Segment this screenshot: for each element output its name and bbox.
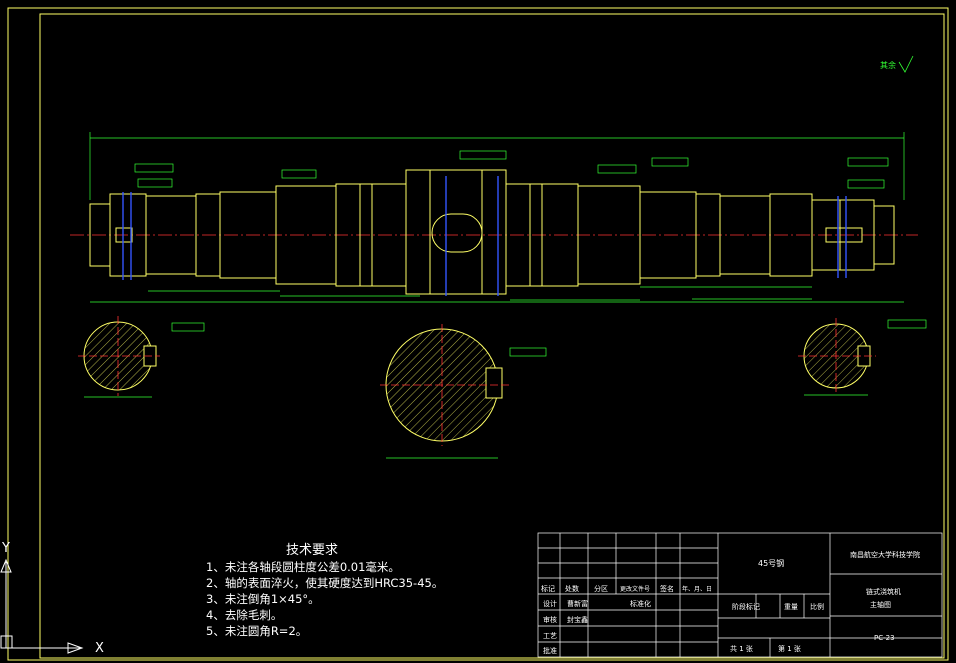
roughness-note: 其余 [880, 60, 896, 70]
tb-row-approve: 批准 [543, 646, 557, 655]
tech-title: 技术要求 [286, 543, 338, 558]
tb-material: 45号钢 [758, 558, 784, 568]
section-view-center [380, 324, 510, 459]
tb-part-name-1: 链式浇筑机 [866, 587, 901, 596]
tb-scale: 比例 [810, 602, 824, 611]
section-view-left [78, 316, 160, 398]
tb-school: 南昌航空大学科技学院 [850, 550, 920, 559]
cad-drawing-canvas[interactable]: 其余 技术要求 1、未注各轴段圆柱度公差0.01毫米。 2、轴的表面淬火，使其硬… [0, 0, 956, 663]
tb-part-name-2: 主轴图 [870, 600, 891, 609]
section-view-right [798, 318, 876, 396]
tech-item-3: 3、未注倒角1×45°。 [206, 592, 320, 606]
tb-row-process: 工艺 [543, 632, 557, 640]
tb-standardize: 标准化 [630, 599, 651, 608]
tb-designer: 曹新富 [567, 599, 588, 608]
tech-item-2: 2、轴的表面淬火，使其硬度达到HRC35-45。 [206, 576, 443, 590]
tb-drawing-number: PC-23 [874, 634, 895, 642]
ucs-y-label: Y [1, 541, 10, 556]
roughness-symbol: 其余 [880, 55, 914, 73]
ucs-icon: Y X [0, 541, 104, 656]
tech-requirements: 技术要求 1、未注各轴段圆柱度公差0.01毫米。 2、轴的表面淬火，使其硬度达到… [206, 543, 443, 638]
ucs-x-label: X [95, 641, 104, 656]
tb-sheet-no: 第 1 张 [778, 644, 801, 653]
title-block-text: 45号钢 南昌航空大学科技学院 链式浇筑机 主轴图 PC-23 标记 处数 分区… [541, 550, 920, 655]
tb-header-mark: 标记 [541, 584, 555, 593]
tb-row-check: 审核 [543, 615, 557, 624]
tb-header-count: 处数 [565, 584, 579, 593]
shaft-outline [89, 169, 895, 295]
tb-header-change: 更改文件号 [620, 585, 650, 593]
tech-item-4: 4、去除毛刺。 [206, 608, 282, 622]
tb-row-design: 设计 [543, 599, 557, 608]
tb-checker: 封宝鑫 [567, 615, 588, 624]
inner-frame [39, 13, 945, 659]
tech-item-5: 5、未注圆角R=2。 [206, 624, 307, 638]
tb-weight: 重量 [784, 603, 798, 611]
outer-frame [7, 7, 949, 661]
tb-header-sign: 签名 [660, 584, 674, 593]
tb-header-date: 年、月、日 [682, 585, 712, 593]
tb-header-zone: 分区 [594, 584, 608, 593]
tech-item-1: 1、未注各轴段圆柱度公差0.01毫米。 [206, 560, 400, 574]
tb-sheets-total: 共 1 张 [730, 644, 753, 653]
tb-stage-mark: 阶段标记 [732, 602, 760, 611]
